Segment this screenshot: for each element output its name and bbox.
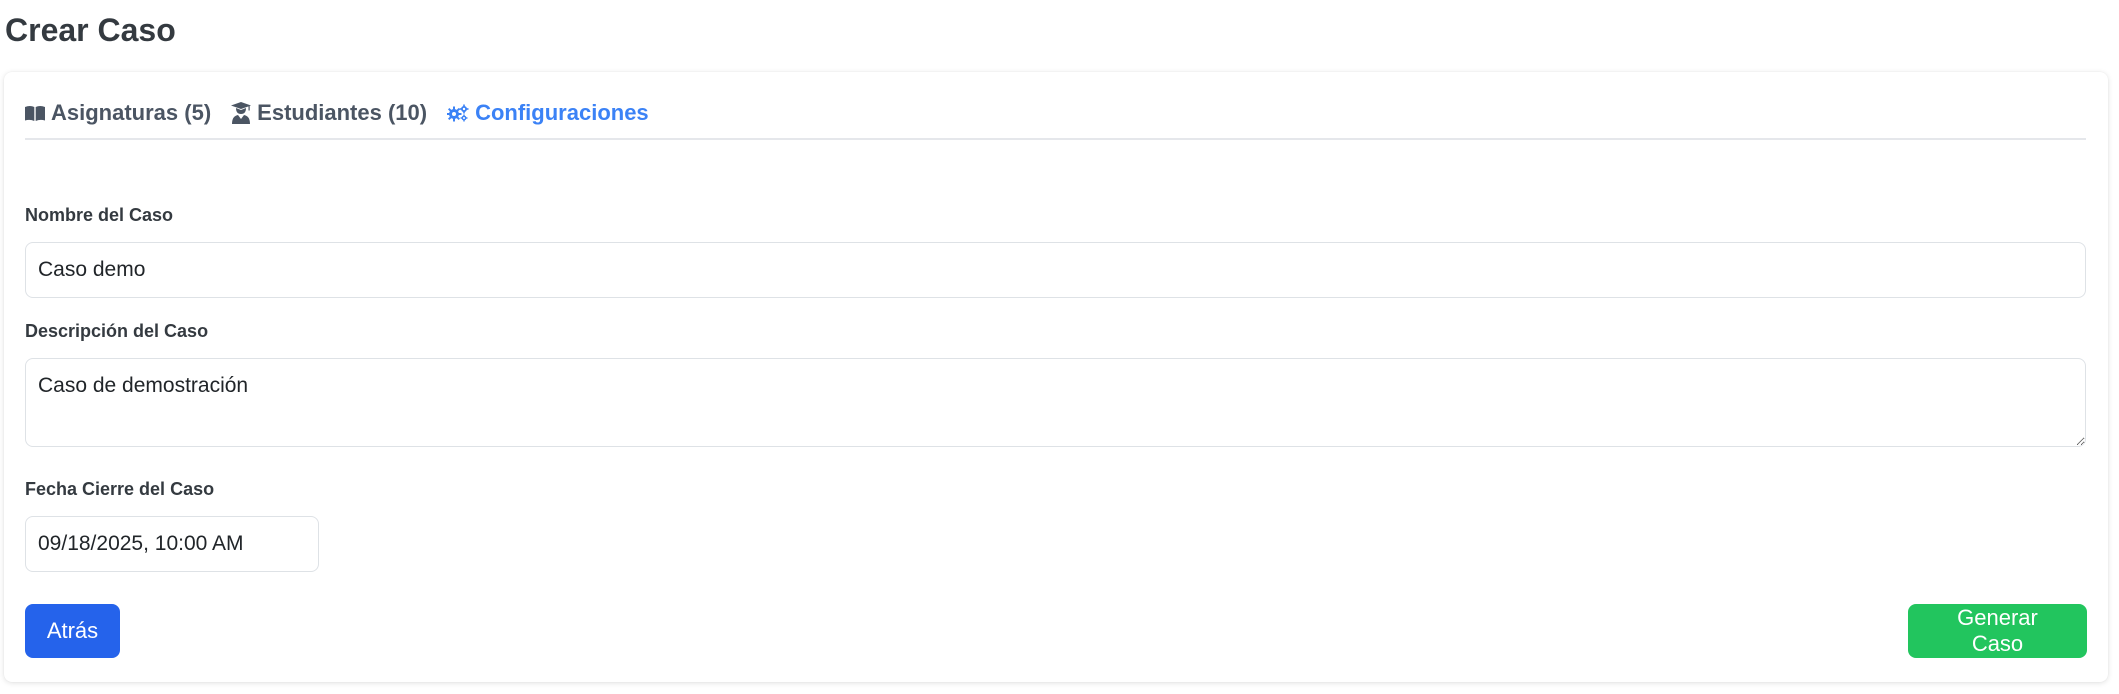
case-name-input[interactable] [25, 242, 2086, 298]
tab-bar: Asignaturas (5) Estudiantes (10) Configu… [25, 96, 2086, 140]
close-date-label: Fecha Cierre del Caso [25, 479, 215, 499]
back-button[interactable]: Atrás [25, 604, 120, 658]
cogs-icon [447, 104, 469, 122]
tab-configuraciones-label: Configuraciones [475, 100, 649, 125]
case-description-textarea[interactable]: Caso de demostración [25, 358, 2086, 447]
book-open-icon [25, 105, 45, 121]
case-name-label: Nombre del Caso [25, 205, 174, 225]
close-date-input[interactable] [25, 516, 319, 572]
tab-asignaturas-label: Asignaturas (5) [51, 100, 212, 125]
case-description-label: Descripción del Caso [25, 321, 209, 341]
page: Crear Caso Asignaturas (5) Estudiantes (… [0, 0, 2119, 694]
tab-estudiantes-label: Estudiantes (10) [257, 100, 428, 125]
tab-configuraciones[interactable]: Configuraciones [447, 96, 649, 130]
tab-asignaturas[interactable]: Asignaturas (5) [25, 96, 211, 130]
tab-estudiantes[interactable]: Estudiantes (10) [231, 96, 427, 130]
case-form-card: Asignaturas (5) Estudiantes (10) Configu… [4, 72, 2108, 682]
user-graduate-icon [231, 102, 252, 124]
generate-case-button[interactable]: Generar Caso [1908, 604, 2087, 658]
page-title: Crear Caso [5, 12, 176, 48]
